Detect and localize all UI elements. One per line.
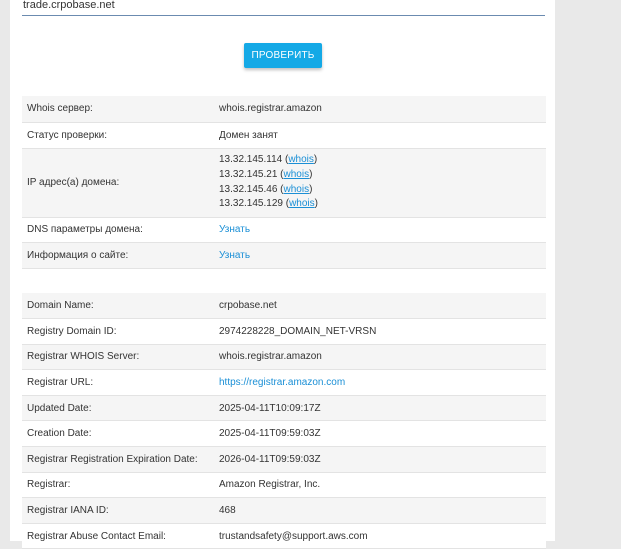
- ip-address: 13.32.145.21: [219, 168, 278, 180]
- ip-entry: 13.32.145.21 (whois): [219, 168, 313, 180]
- whois-row: Updated Date: 2025-04-11T10:09:17Z: [22, 395, 546, 422]
- domain-info-table: Whois сервер: whois.registrar.amazon Ста…: [22, 96, 546, 269]
- whois-record-table: Domain Name: crpobase.net Registry Domain …: [22, 293, 546, 549]
- ip-whois-link[interactable]: whois: [284, 169, 310, 180]
- ip-address: 13.32.145.114: [219, 154, 283, 166]
- whois-row: Registrar Registration Expiration Date: 2…: [22, 446, 546, 473]
- whois-label: Updated Date:: [22, 395, 214, 422]
- ip-whois-link[interactable]: whois: [288, 154, 314, 165]
- whois-row: Domain Name: crpobase.net: [22, 293, 546, 320]
- domain-input[interactable]: [22, 0, 545, 16]
- whois-value: 2026-04-11T09:59:03Z: [214, 446, 546, 473]
- whois-label: Registrar Registration Expiration Date:: [22, 446, 214, 473]
- info-label: IP адрес(а) домена:: [22, 148, 214, 218]
- whois-value: https://registrar.amazon.com: [214, 369, 546, 396]
- info-value: Узнать: [214, 242, 546, 269]
- info-label: Информация о сайте:: [22, 242, 214, 269]
- whois-row: Registrar WHOIS Server: whois.registrar.a…: [22, 344, 546, 371]
- info-row-site-info: Информация о сайте: Узнать: [22, 242, 546, 269]
- ip-whois-link[interactable]: whois: [284, 184, 310, 195]
- info-label: DNS параметры домена:: [22, 217, 214, 243]
- ip-address: 13.32.145.129: [219, 198, 283, 210]
- ip-address: 13.32.145.46: [219, 183, 278, 195]
- whois-label: Registry Domain ID:: [22, 318, 214, 345]
- ip-entry: 13.32.145.46 (whois): [219, 183, 313, 195]
- whois-row: Registrar IANA ID: 468: [22, 497, 546, 524]
- whois-value: crpobase.net: [214, 293, 546, 320]
- whois-label: Registrar WHOIS Server:: [22, 344, 214, 371]
- info-label: Статус проверки:: [22, 122, 214, 149]
- whois-value: 2025-04-11T10:09:17Z: [214, 395, 546, 422]
- info-row-ip: IP адрес(а) домена: 13.32.145.114 (whois…: [22, 148, 546, 218]
- whois-value: trustandsafety@support.aws.com: [214, 523, 546, 549]
- info-row-status: Статус проверки: Домен занят: [22, 122, 546, 149]
- whois-label: Registrar IANA ID:: [22, 497, 214, 524]
- whois-row: Registrar URL: https://registrar.amazon.c…: [22, 369, 546, 396]
- info-row-dns: DNS параметры домена: Узнать: [22, 217, 546, 243]
- whois-panel: ПРОВЕРИТЬ Whois сервер: whois.registrar.…: [10, 0, 555, 549]
- whois-value: Amazon Registrar, Inc.: [214, 472, 546, 499]
- ip-list: 13.32.145.114 (whois) 13.32.145.21 (whoi…: [214, 148, 546, 218]
- info-value: Узнать: [214, 217, 546, 243]
- site-info-link[interactable]: Узнать: [219, 250, 250, 261]
- whois-value: 2025-04-11T09:59:03Z: [214, 420, 546, 448]
- info-row-whois-server: Whois сервер: whois.registrar.amazon: [22, 96, 546, 123]
- whois-row: Registrar Abuse Contact Email: trustandsa…: [22, 523, 546, 549]
- info-value: whois.registrar.amazon: [214, 96, 546, 123]
- info-value: Домен занят: [214, 122, 546, 149]
- whois-value: whois.registrar.amazon: [214, 344, 546, 371]
- whois-row: Creation Date: 2025-04-11T09:59:03Z: [22, 420, 546, 448]
- registrar-url-link[interactable]: https://registrar.amazon.com: [219, 377, 345, 388]
- info-label: Whois сервер:: [22, 96, 214, 123]
- whois-label: Registrar URL:: [22, 369, 214, 396]
- ip-entry: 13.32.145.129 (whois): [219, 198, 318, 210]
- check-button[interactable]: ПРОВЕРИТЬ: [244, 43, 322, 68]
- whois-row: Registrar: Amazon Registrar, Inc.: [22, 472, 546, 499]
- whois-label: Creation Date:: [22, 420, 214, 448]
- whois-label: Registrar Abuse Contact Email:: [22, 523, 214, 549]
- ip-whois-link[interactable]: whois: [289, 198, 315, 209]
- whois-value: 2974228228_DOMAIN_NET-VRSN: [214, 318, 546, 345]
- dns-check-link[interactable]: Узнать: [219, 224, 250, 235]
- whois-label: Domain Name:: [22, 293, 214, 320]
- whois-label: Registrar:: [22, 472, 214, 499]
- whois-row: Registry Domain ID: 2974228228_DOMAIN_NET…: [22, 318, 546, 345]
- ip-entry: 13.32.145.114 (whois): [219, 154, 318, 166]
- whois-value: 468: [214, 497, 546, 524]
